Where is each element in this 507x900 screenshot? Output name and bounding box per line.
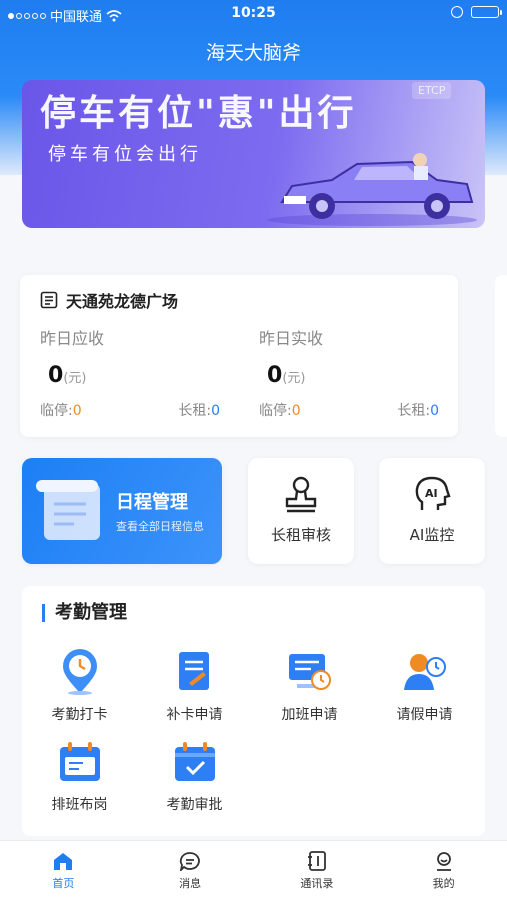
banner-subline: 停车有位会出行 <box>48 144 202 165</box>
yesterday-actual-column: 昨日实收 0(元) 临停:0 长租:0 <box>259 325 439 420</box>
message-icon <box>180 852 200 871</box>
location-name: 天通苑龙德广场 <box>66 292 179 311</box>
leave-request-item[interactable]: 请假申请 <box>367 648 482 724</box>
promo-banner[interactable]: 停车有位"惠"出行 停车有位会出行 ETCP <box>22 80 485 228</box>
schedule-subtitle: 查看全部日程信息 <box>116 520 204 533</box>
missed-clock-request-item[interactable]: 补卡申请 <box>137 648 252 724</box>
stamp-icon <box>285 476 317 513</box>
bottom-tab-bar: 首页 消息 通讯录 我的 <box>0 840 507 900</box>
contacts-book-icon <box>307 851 326 871</box>
attendance-section: 考勤管理 考勤打卡 补卡申请 加班申请 请假申请 排班布岗 考勤审批 <box>22 586 485 836</box>
report-icon <box>40 291 58 309</box>
yesterday-actual-amount: 0(元) <box>267 363 306 388</box>
ai-monitor-tile[interactable]: AI AI监控 <box>379 458 485 564</box>
status-bar: 中国联通 10:25 <box>0 0 507 28</box>
overtime-request-item[interactable]: 加班申请 <box>252 648 367 724</box>
person-clock-icon <box>403 654 446 690</box>
clock-pin-icon <box>62 649 97 695</box>
lease-review-label: 长租审核 <box>270 526 331 544</box>
ai-monitor-label: AI监控 <box>409 526 455 544</box>
lease-review-tile[interactable]: 长租审核 <box>248 458 354 564</box>
calendar-id-icon <box>59 742 100 781</box>
shift-scheduling-item[interactable]: 排班布岗 <box>22 738 137 814</box>
next-revenue-card-peek[interactable] <box>495 275 507 437</box>
yesterday-actual-temp: 临停:0 <box>259 403 301 419</box>
schedule-title: 日程管理 <box>116 492 188 513</box>
yesterday-due-temp: 临停:0 <box>40 403 82 419</box>
yesterday-due-amount: 0(元) <box>48 363 87 388</box>
battery-icon <box>471 6 502 18</box>
overtime-icon <box>288 654 331 690</box>
tab-contacts[interactable]: 通讯录 <box>254 841 381 900</box>
attendance-approval-item[interactable]: 考勤审批 <box>137 738 252 814</box>
tab-profile[interactable]: 我的 <box>380 841 507 900</box>
clock-in-item[interactable]: 考勤打卡 <box>22 648 137 724</box>
rotation-lock-icon <box>451 6 463 18</box>
schedule-management-tile[interactable]: 日程管理 查看全部日程信息 <box>22 458 222 564</box>
svg-text:AI: AI <box>425 487 438 500</box>
banner-headline: 停车有位"惠"出行 <box>40 93 357 134</box>
page-title: 海天大脑斧 <box>205 42 301 64</box>
yesterday-actual-label: 昨日实收 <box>259 329 324 348</box>
revenue-card-header: 天通苑龙德广场 <box>40 288 178 312</box>
document-pen-icon <box>178 652 209 690</box>
home-icon <box>54 853 73 870</box>
calendar-check-icon <box>174 742 215 781</box>
tab-home[interactable]: 首页 <box>0 841 127 900</box>
yesterday-actual-long: 长租:0 <box>397 403 439 419</box>
ai-head-icon: AI <box>415 476 451 510</box>
user-icon <box>436 852 451 871</box>
schedule-scroll-icon <box>36 480 100 540</box>
yesterday-due-long: 长租:0 <box>178 403 220 419</box>
revenue-card[interactable]: 天通苑龙德广场 昨日应收 0(元) 临停:0 长租:0 昨日实收 0(元) 临停… <box>20 275 458 437</box>
yesterday-due-label: 昨日应收 <box>40 329 105 348</box>
status-time: 10:25 <box>231 5 276 21</box>
car-illustration-icon <box>267 153 477 226</box>
banner-etcp-sign: ETCP <box>412 82 452 99</box>
attendance-title: 考勤管理 <box>42 604 127 622</box>
tab-messages[interactable]: 消息 <box>127 841 254 900</box>
yesterday-due-column: 昨日应收 0(元) 临停:0 长租:0 <box>40 325 220 420</box>
